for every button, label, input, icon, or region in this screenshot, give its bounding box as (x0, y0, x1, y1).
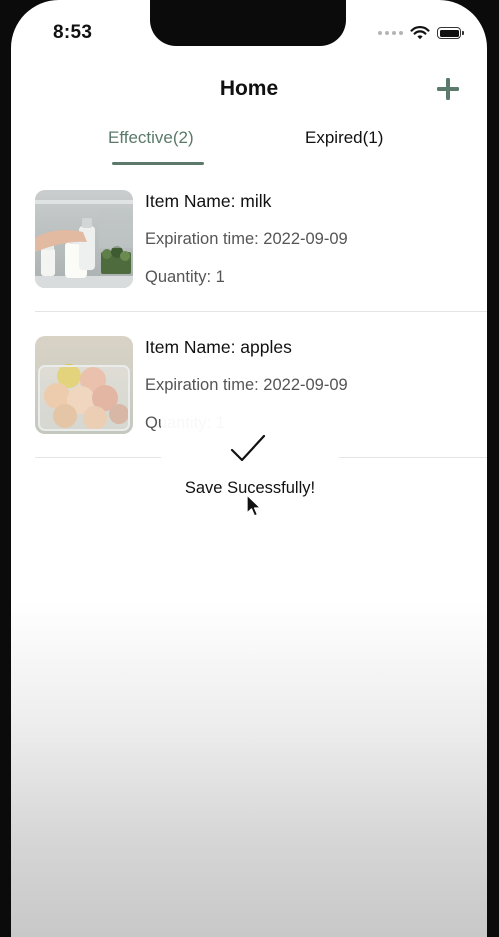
divider (35, 311, 487, 312)
device-notch (150, 0, 346, 46)
item-quantity: Quantity: 1 (145, 268, 225, 286)
item-name: Item Name: milk (145, 191, 272, 211)
list-item[interactable]: Item Name: milk Expiration time: 2022-09… (35, 190, 487, 336)
apples-photo (35, 336, 133, 434)
device-frame: 8:53 Home Effective(2) Expired(1) Item N… (0, 0, 499, 937)
battery-icon (437, 27, 464, 39)
active-tab-indicator (112, 162, 204, 165)
tab-expired[interactable]: Expired(1) (305, 128, 383, 148)
item-expiration: Expiration time: 2022-09-09 (145, 230, 348, 248)
item-thumbnail (35, 336, 133, 434)
tab-effective[interactable]: Effective(2) (108, 128, 194, 148)
wifi-icon (410, 26, 430, 40)
status-time: 8:53 (53, 22, 93, 43)
milk-photo (35, 190, 133, 288)
item-name: Item Name: apples (145, 337, 292, 357)
mouse-cursor-icon (246, 494, 262, 517)
phone-screen: 8:53 Home Effective(2) Expired(1) Item N… (11, 0, 487, 937)
tab-bar: Effective(2) Expired(1) (11, 128, 487, 168)
page-title: Home (219, 77, 279, 100)
add-item-button[interactable] (435, 76, 461, 102)
item-thumbnail (35, 190, 133, 288)
status-icons (378, 26, 464, 40)
item-expiration: Expiration time: 2022-09-09 (145, 376, 348, 394)
cellular-signal-icon (378, 31, 403, 35)
checkmark-icon (230, 434, 266, 462)
